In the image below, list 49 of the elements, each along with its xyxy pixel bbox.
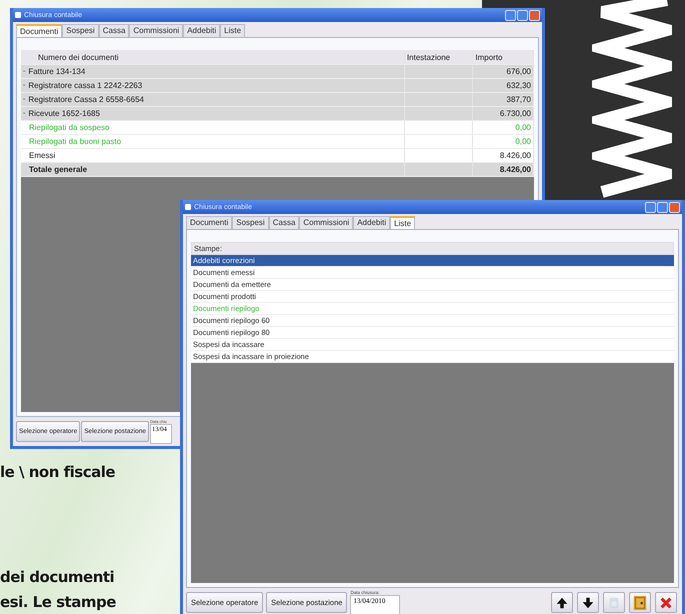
tab[interactable]: Commissioni (129, 24, 184, 37)
table-cell: Ricevute 1652-1685 (28, 109, 100, 118)
column-header[interactable]: Intestazione (404, 50, 474, 64)
table-cell: 8.426,00 (473, 149, 534, 162)
maximize-button[interactable] (517, 10, 528, 20)
table-cell: Registratore cassa 1 2242-2263 (28, 81, 142, 90)
close-button[interactable] (529, 10, 540, 20)
table-cell: Emessi (29, 151, 56, 160)
page-text: dei documenti (0, 568, 114, 586)
close-button[interactable] (669, 202, 680, 212)
table-cell: Fatture 134-134 (28, 67, 86, 76)
app-icon (185, 204, 191, 210)
column-header[interactable]: Importo (473, 50, 534, 64)
tab[interactable]: Liste (390, 216, 416, 229)
maximize-button[interactable] (657, 202, 668, 212)
table-cell: 676,00 (473, 65, 534, 78)
table-cell: 0,00 (473, 121, 534, 134)
toolbar-button[interactable] (551, 592, 573, 613)
minimize-button[interactable] (505, 10, 516, 20)
safe-icon (633, 596, 647, 610)
tab[interactable]: Liste (220, 24, 246, 37)
tab[interactable]: Documenti (16, 24, 62, 37)
table-cell: 387,70 (473, 93, 534, 106)
toolbar-button[interactable] (577, 592, 599, 613)
page-text: le \ non fiscale (0, 463, 116, 481)
up-arrow-icon (555, 596, 569, 610)
table-cell: 0,00 (473, 135, 534, 148)
table-cell: Riepilogati da buoni pasto (29, 137, 122, 146)
tab[interactable]: Cassa (268, 216, 300, 229)
page-text: esi. Le stampe (0, 593, 116, 611)
tab[interactable]: Sospesi (62, 24, 99, 37)
table-cell: 8.426,00 (473, 163, 534, 176)
table-cell: Registratore Cassa 2 6558-6654 (28, 95, 144, 104)
table-cell: Totale generale (29, 165, 88, 174)
tab[interactable]: Addebiti (183, 24, 220, 37)
tab[interactable]: Sospesi (232, 216, 269, 229)
minimize-button[interactable] (645, 202, 656, 212)
tab[interactable]: Commissioni (299, 216, 354, 229)
tab[interactable]: Documenti (186, 216, 232, 229)
tab[interactable]: Cassa (98, 24, 130, 37)
table-cell: 632,30 (473, 79, 534, 92)
column-header[interactable]: Numero dei documenti (21, 50, 405, 64)
table-cell: Riepilogati da sospeso (29, 123, 110, 132)
document-icon (607, 596, 621, 610)
down-arrow-icon (581, 596, 595, 610)
tab[interactable]: Addebiti (353, 216, 390, 229)
close-icon (659, 596, 673, 610)
table-cell: 6.730,00 (473, 107, 534, 120)
app-icon (15, 12, 21, 18)
